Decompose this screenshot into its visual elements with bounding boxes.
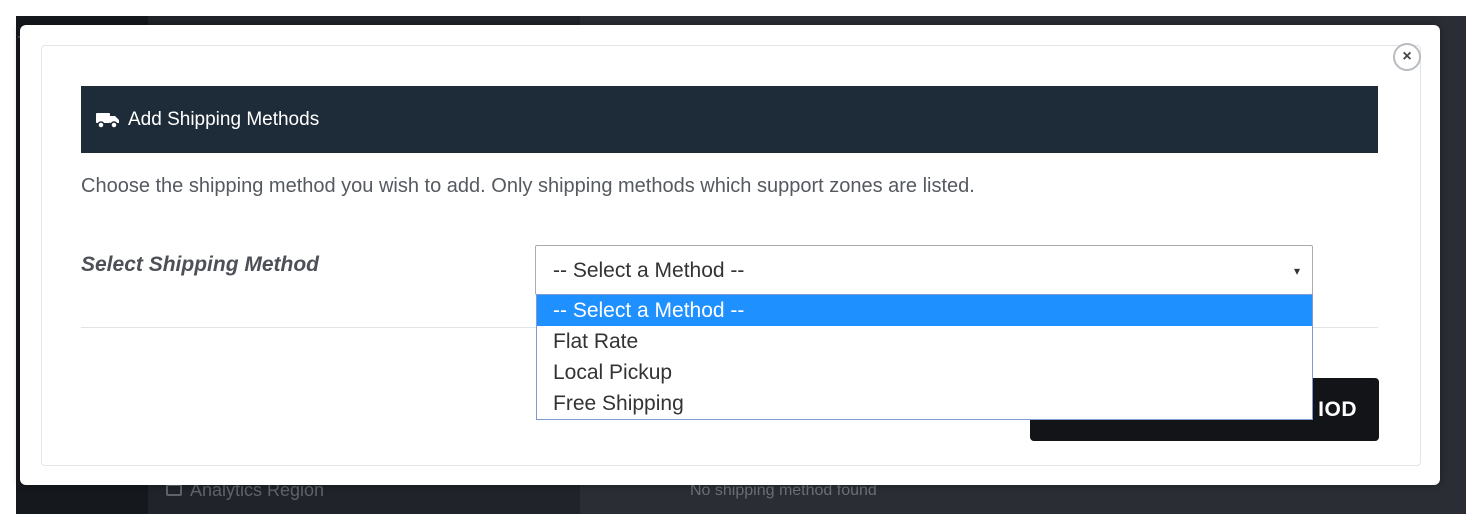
option-free-shipping[interactable]: Free Shipping xyxy=(537,388,1312,419)
close-icon: × xyxy=(1402,48,1412,65)
select-current-value: -- Select a Method -- xyxy=(553,259,745,282)
option-flat-rate[interactable]: Flat Rate xyxy=(537,326,1312,357)
modal-description: Choose the shipping method you wish to a… xyxy=(81,175,975,197)
add-shipping-method-button-label: IOD xyxy=(1318,397,1357,421)
modal-title: Add Shipping Methods xyxy=(128,108,320,130)
shipping-method-label: Select Shipping Method xyxy=(81,253,320,276)
chevron-down-icon: ▾ xyxy=(1293,264,1300,278)
modal-header: Add Shipping Methods xyxy=(81,86,1378,153)
shipping-method-options: -- Select a Method -- Flat Rate Local Pi… xyxy=(536,294,1313,420)
close-button[interactable]: × xyxy=(1393,43,1421,71)
truck-icon xyxy=(96,110,122,130)
shipping-method-select[interactable]: -- Select a Method -- ▾ xyxy=(535,245,1313,295)
option-local-pickup[interactable]: Local Pickup xyxy=(537,357,1312,388)
option-select-a-method[interactable]: -- Select a Method -- xyxy=(537,295,1312,326)
analytics-icon xyxy=(166,484,182,496)
